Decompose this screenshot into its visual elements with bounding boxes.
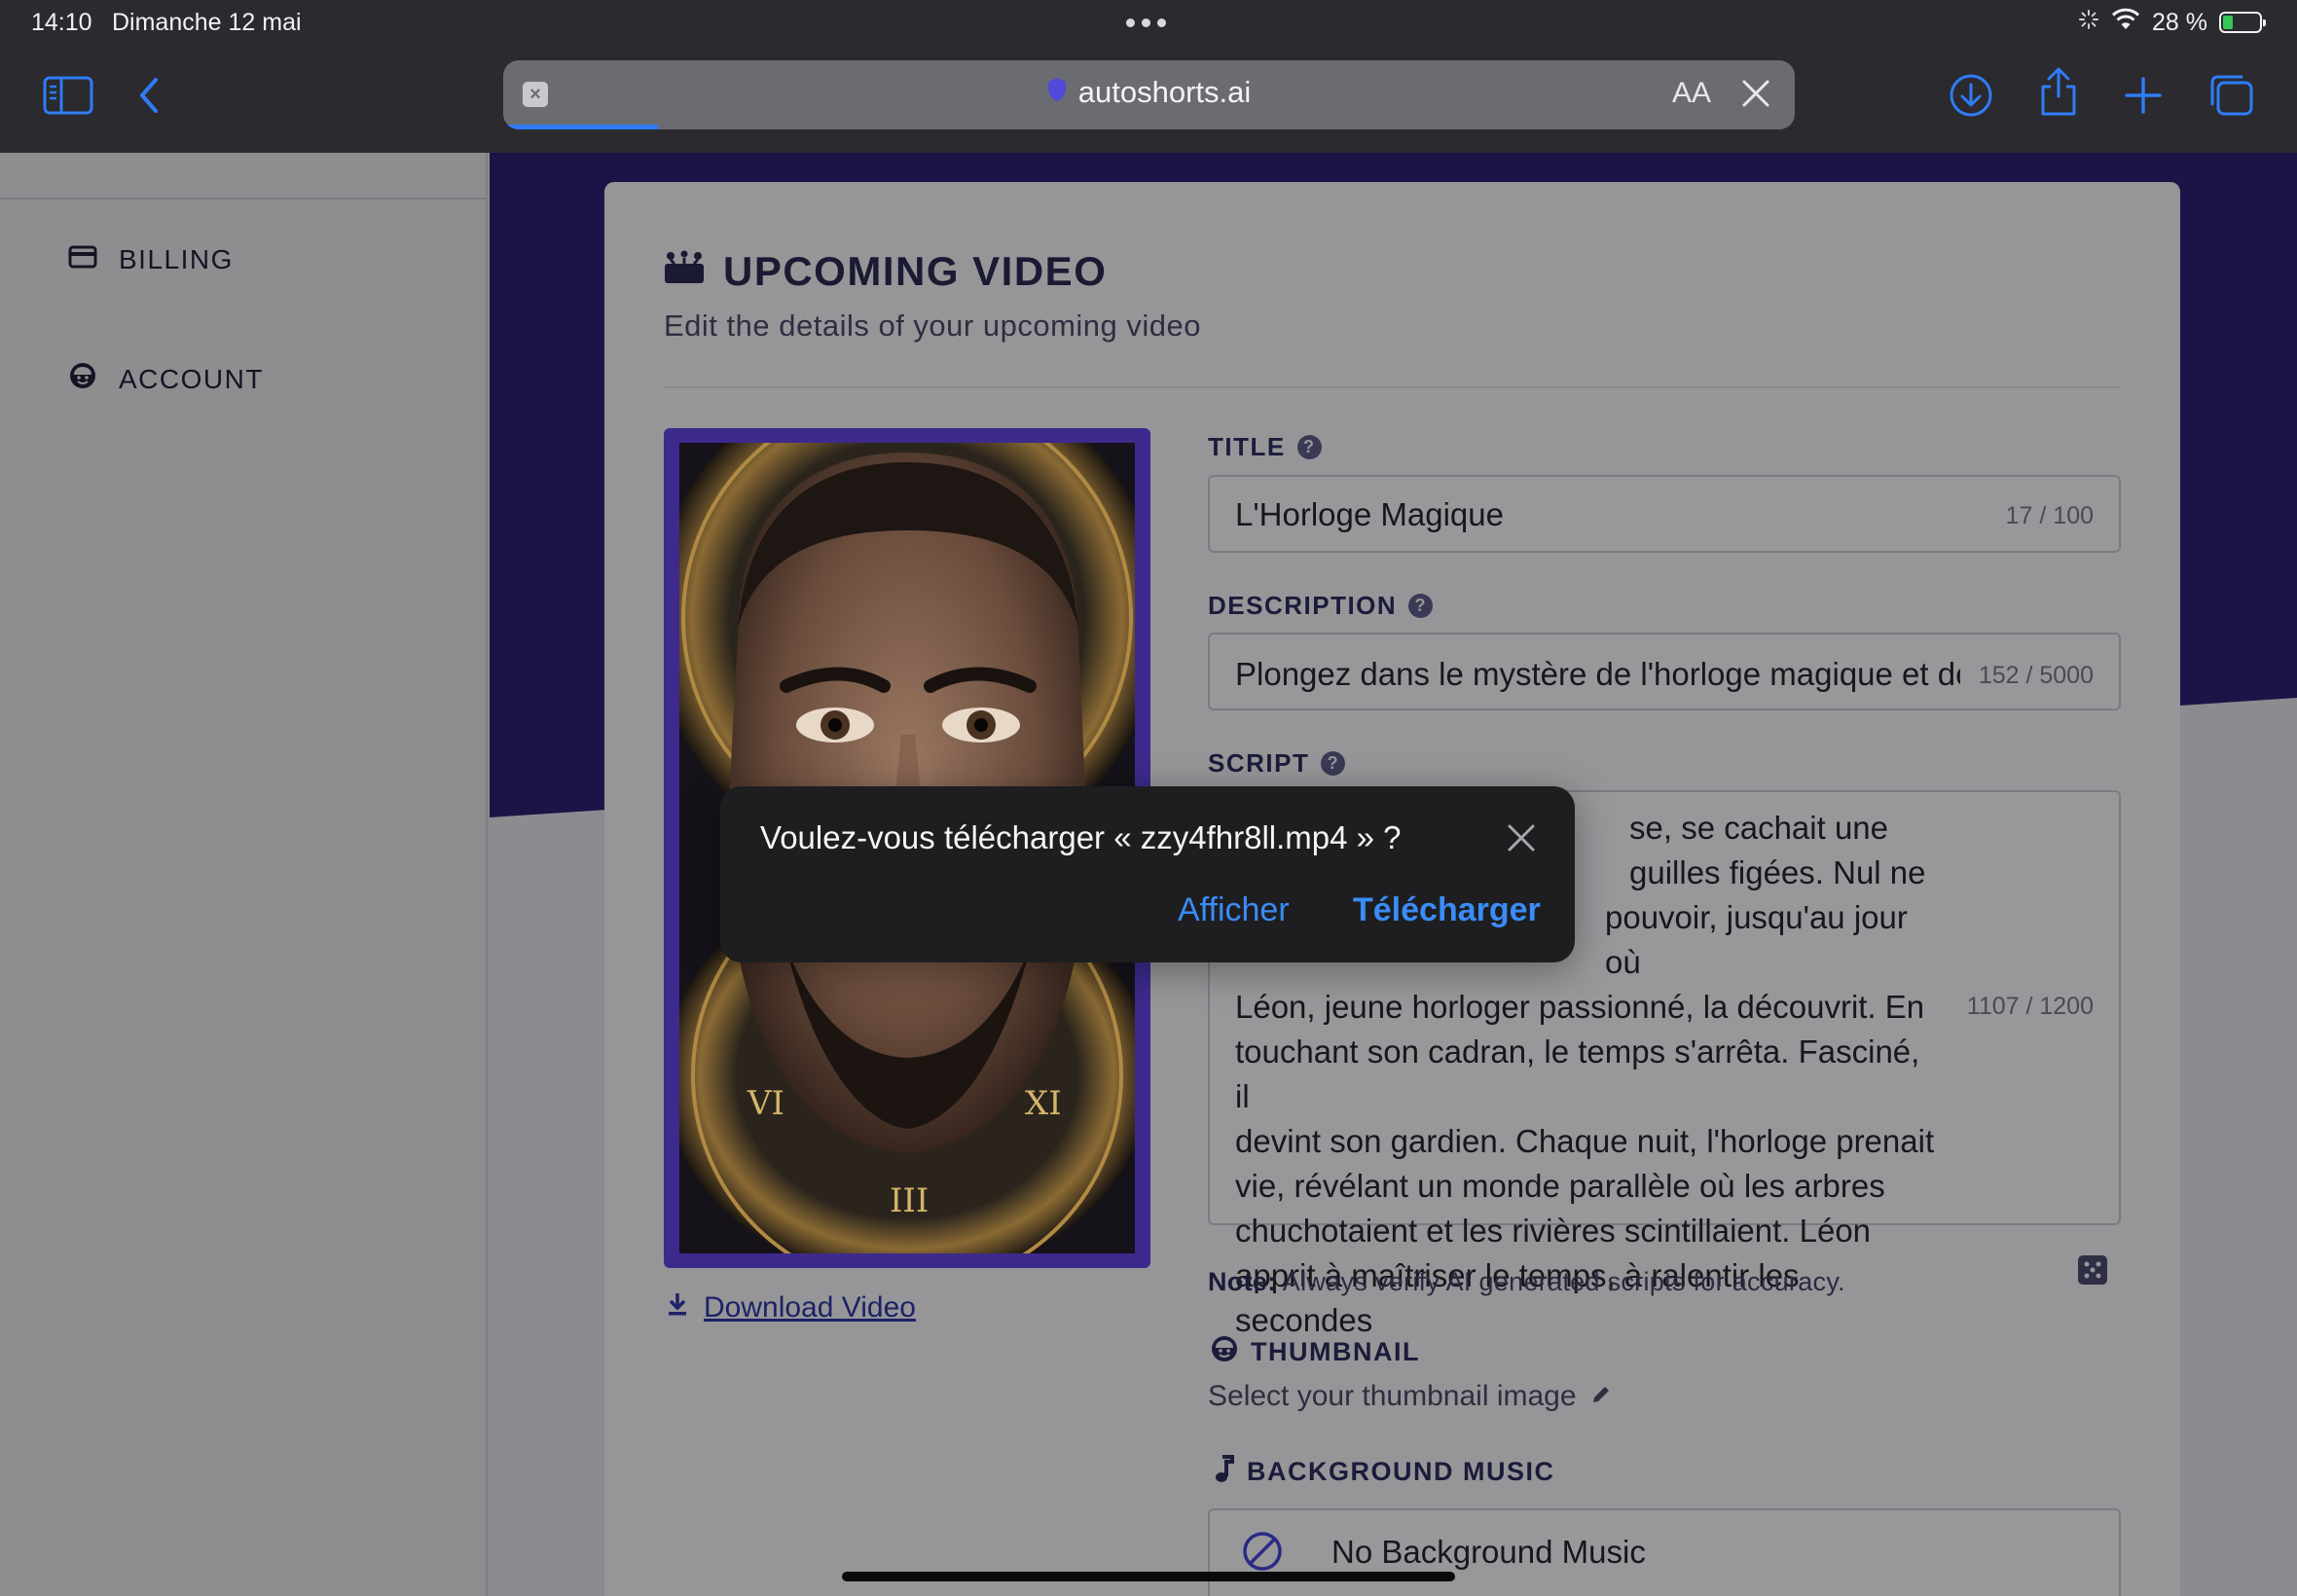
page-load-progress [503, 125, 659, 129]
music-option-label: No Background Music [1331, 1534, 1646, 1570]
download-button[interactable]: Télécharger [1353, 891, 1541, 929]
divider [664, 386, 2120, 388]
video-camera-icon [663, 248, 706, 295]
sidebar-item-billing[interactable]: BILLING [68, 244, 234, 275]
no-entry-icon [1241, 1530, 1284, 1578]
privacy-shield-icon [1047, 75, 1067, 110]
back-chevron-icon[interactable] [123, 68, 177, 123]
help-icon[interactable]: ? [1408, 594, 1434, 618]
dialog-message: Voulez-vous télécharger « zzy4fhr8ll.mp4… [760, 819, 1402, 855]
address-bar[interactable]: × autoshorts.ai AA [503, 60, 1795, 129]
music-note-icon [1214, 1454, 1235, 1490]
title-char-counter: 17 / 100 [2005, 502, 2094, 529]
stop-loading-icon[interactable] [1738, 76, 1773, 111]
sidebar-divider [0, 198, 486, 200]
smiley-face-icon [1210, 1334, 1239, 1370]
sidebar-item-label: ACCOUNT [119, 363, 264, 394]
download-arrow-icon [667, 1291, 688, 1324]
sidebar-item-account[interactable]: ACCOUNT [68, 361, 264, 397]
help-icon[interactable]: ? [1321, 751, 1346, 776]
ai-note: Note: Always verify AI generated scripts… [1208, 1267, 1845, 1296]
url-text: autoshorts.ai [1077, 75, 1252, 109]
smiley-face-icon [68, 361, 97, 397]
script-line: vie, révélant un monde parallèle où les … [1235, 1168, 1885, 1204]
description-label: DESCRIPTION ? [1208, 591, 1434, 621]
battery-percent: 28 % [2152, 8, 2207, 36]
title-value: L'Horloge Magique [1235, 496, 1504, 532]
svg-text:III: III [890, 1181, 929, 1220]
share-icon[interactable] [2031, 64, 2086, 119]
activity-icon [2078, 9, 2099, 37]
title-label: TITLE ? [1208, 432, 1322, 462]
sidebar: BILLING ACCOUNT [0, 153, 488, 1596]
svg-text:XI: XI [1025, 1084, 1062, 1123]
script-line: Léon, jeune horloger passionné, la décou… [1235, 989, 1925, 1025]
close-icon[interactable] [1505, 821, 1538, 854]
script-line: devint son gardien. Chaque nuit, l'horlo… [1235, 1123, 1935, 1159]
download-dialog: Voulez-vous télécharger « zzy4fhr8ll.mp4… [720, 786, 1575, 962]
show-button[interactable]: Afficher [1178, 891, 1290, 929]
select-thumbnail-button[interactable]: Select your thumbnail image [1208, 1380, 1612, 1413]
download-video-link[interactable]: Download Video [667, 1291, 916, 1324]
tab-overview-icon[interactable] [2204, 68, 2258, 123]
script-label: SCRIPT ? [1208, 748, 1346, 779]
script-line: chuchotaient et les rivières scintillaie… [1235, 1213, 1872, 1249]
status-date: Dimanche 12 mai [112, 9, 302, 36]
reader-options-button[interactable]: AA [1672, 74, 1711, 113]
thumbnail-section-title: THUMBNAIL [1210, 1334, 1420, 1370]
pencil-icon [1590, 1380, 1612, 1413]
sidebar-toggle-icon[interactable] [41, 68, 95, 123]
svg-text:VI: VI [747, 1084, 784, 1123]
script-line: touchant son cadran, le temps s'arrêta. … [1235, 1034, 1920, 1114]
multitasking-dots-icon[interactable] [1126, 18, 1166, 27]
credit-card-icon [68, 244, 97, 275]
description-char-counter: 152 / 5000 [1978, 662, 2094, 689]
description-value: Plongez dans le mystère de l'horloge mag… [1235, 656, 1960, 692]
description-input[interactable]: Plongez dans le mystère de l'horloge mag… [1208, 633, 2121, 710]
new-tab-plus-icon[interactable] [2116, 68, 2170, 123]
download-video-label: Download Video [704, 1291, 916, 1324]
downloads-icon[interactable] [1944, 68, 1998, 123]
help-icon[interactable]: ? [1296, 435, 1322, 459]
wifi-icon [2111, 8, 2140, 38]
home-indicator[interactable] [842, 1572, 1455, 1581]
battery-icon [2219, 12, 2266, 33]
title-text: UPCOMING VIDEO [723, 248, 1108, 294]
status-time: 14:10 [31, 9, 92, 36]
status-indicators: 28 % [2078, 8, 2266, 38]
sidebar-item-label: BILLING [119, 244, 234, 274]
dice-icon[interactable] [2078, 1255, 2107, 1285]
page-subtitle: Edit the details of your upcoming video [664, 308, 1201, 343]
script-char-counter: 1107 / 1200 [1966, 993, 2094, 1020]
background-music-section-title: BACKGROUND MUSIC [1214, 1454, 1555, 1490]
title-input[interactable]: L'Horloge Magique 17 / 100 [1208, 475, 2121, 553]
page-title: UPCOMING VIDEO [663, 248, 1107, 295]
music-option-none[interactable]: No Background Music [1208, 1508, 2121, 1596]
browser-toolbar: 14:10 Dimanche 12 mai 28 % × autoshorts.… [0, 0, 2297, 153]
